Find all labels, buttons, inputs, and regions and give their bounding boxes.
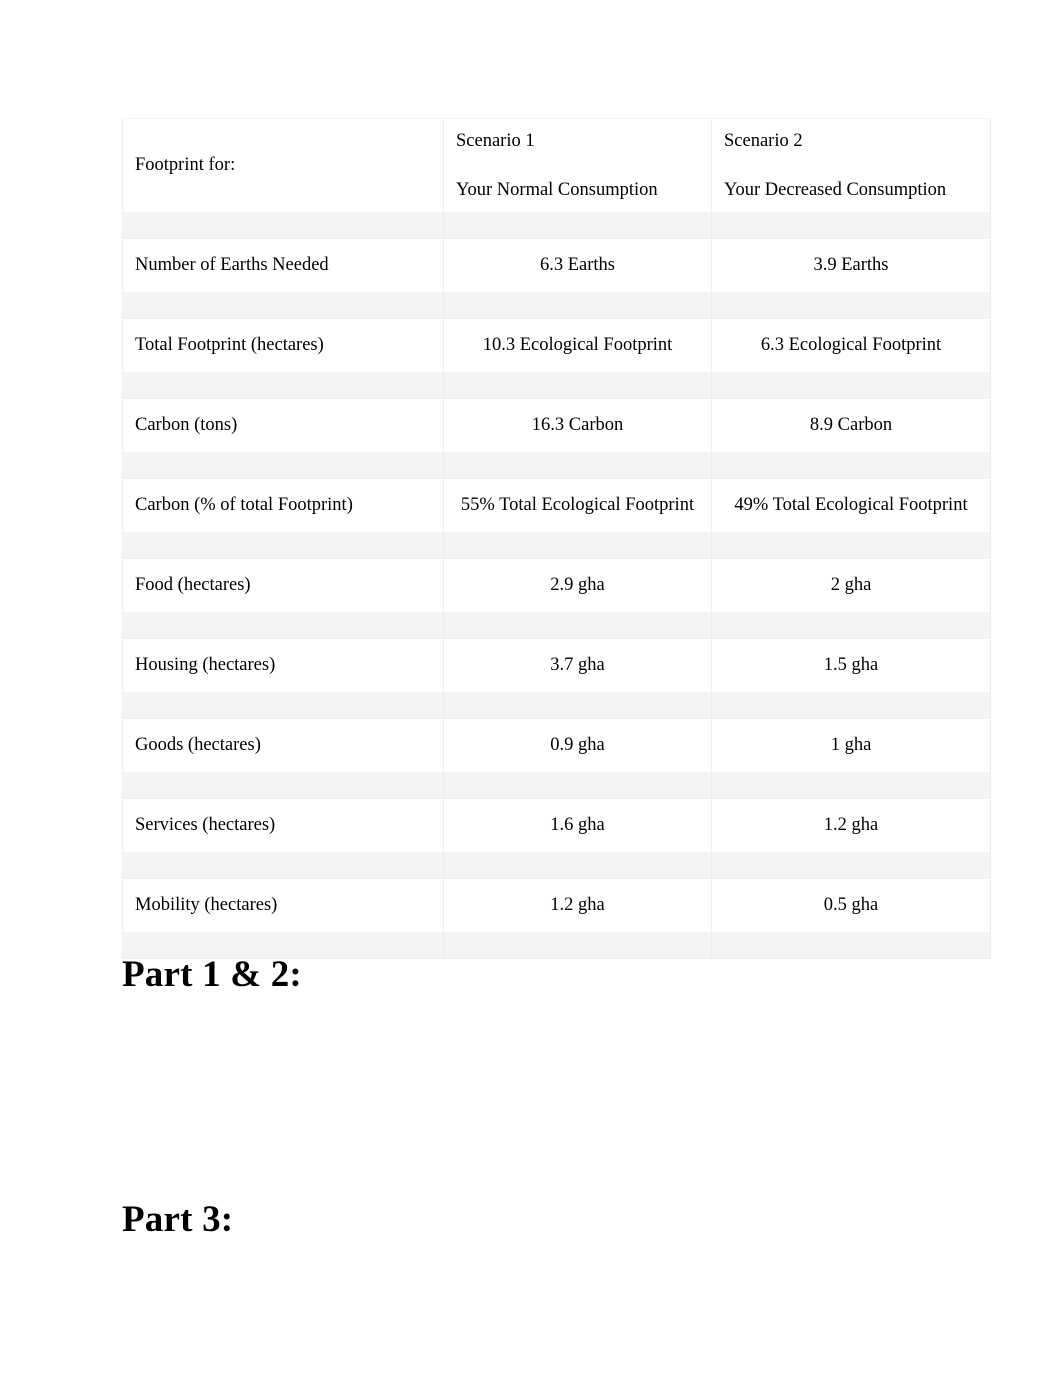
table-row-spacer [122, 452, 991, 479]
row-value-scenario-1: 55% Total Ecological Footprint [443, 478, 712, 533]
row-value-scenario-1: 6.3 Earths [443, 238, 712, 293]
table-row-spacer [122, 532, 991, 559]
scenario-1-subtitle: Your Normal Consumption [456, 179, 658, 200]
spacer-cell-scenario-1 [443, 612, 712, 639]
spacer-cell-label [122, 532, 444, 559]
spacer-cell-label [122, 452, 444, 479]
table-row: Services (hectares) 1.6 gha 1.2 gha [122, 798, 991, 853]
spacer-cell-scenario-2 [711, 772, 991, 799]
spacer-cell-scenario-1 [443, 932, 712, 959]
table-row: Total Footprint (hectares) 10.3 Ecologic… [122, 318, 991, 373]
spacer-cell-label [122, 292, 444, 319]
row-value-scenario-1: 3.7 gha [443, 638, 712, 693]
table-row: Carbon (% of total Footprint) 55% Total … [122, 478, 991, 533]
row-value-scenario-1: 1.6 gha [443, 798, 712, 853]
header-cell-scenario-1: Scenario 1 Your Normal Consumption [443, 118, 712, 213]
spacer-cell-label [122, 372, 444, 399]
row-label: Total Footprint (hectares) [122, 318, 444, 373]
table-row-spacer [122, 692, 991, 719]
row-value-scenario-2: 49% Total Ecological Footprint [711, 478, 991, 533]
spacer-cell-label [122, 852, 444, 879]
row-value-scenario-1: 10.3 Ecological Footprint [443, 318, 712, 373]
row-value-scenario-2: 0.5 gha [711, 878, 991, 933]
scenario-1-title: Scenario 1 [456, 131, 535, 152]
row-label: Food (hectares) [122, 558, 444, 613]
header-cell-footprint-for: Footprint for: [122, 118, 444, 213]
row-label: Services (hectares) [122, 798, 444, 853]
spacer-cell-scenario-1 [443, 292, 712, 319]
row-value-scenario-2: 3.9 Earths [711, 238, 991, 293]
table-row-spacer [122, 612, 991, 639]
row-label: Goods (hectares) [122, 718, 444, 773]
table-row-spacer [122, 852, 991, 879]
row-value-scenario-1: 1.2 gha [443, 878, 712, 933]
row-value-scenario-2: 1.5 gha [711, 638, 991, 693]
table-header-row: Footprint for: Scenario 1 Your Normal Co… [122, 118, 991, 213]
row-label: Number of Earths Needed [122, 238, 444, 293]
row-value-scenario-1: 2.9 gha [443, 558, 712, 613]
spacer-cell-scenario-1 [443, 372, 712, 399]
table-row-spacer [122, 372, 991, 399]
table-row: Number of Earths Needed 6.3 Earths 3.9 E… [122, 238, 991, 293]
answer-area-part-1-and-2 [122, 1012, 990, 1187]
spacer-cell-scenario-1 [443, 532, 712, 559]
table-row-spacer [122, 212, 991, 239]
row-value-scenario-2: 1 gha [711, 718, 991, 773]
document-page: Footprint for: Scenario 1 Your Normal Co… [0, 0, 1062, 1377]
spacer-cell-scenario-2 [711, 372, 991, 399]
table-row: Food (hectares) 2.9 gha 2 gha [122, 558, 991, 613]
spacer-cell-scenario-1 [443, 772, 712, 799]
spacer-cell-scenario-2 [711, 452, 991, 479]
row-value-scenario-2: 2 gha [711, 558, 991, 613]
spacer-cell-label [122, 772, 444, 799]
spacer-cell-scenario-2 [711, 852, 991, 879]
spacer-cell-scenario-2 [711, 692, 991, 719]
spacer-cell-scenario-2 [711, 932, 991, 959]
heading-part-1-and-2: Part 1 & 2: [122, 954, 302, 995]
row-label: Carbon (% of total Footprint) [122, 478, 444, 533]
table-row: Goods (hectares) 0.9 gha 1 gha [122, 718, 991, 773]
spacer-cell-scenario-1 [443, 692, 712, 719]
spacer-cell-scenario-1 [443, 852, 712, 879]
header-label-footprint-for: Footprint for: [135, 155, 236, 176]
spacer-cell-label [122, 692, 444, 719]
row-label: Mobility (hectares) [122, 878, 444, 933]
row-value-scenario-1: 0.9 gha [443, 718, 712, 773]
ecological-footprint-comparison-table: Footprint for: Scenario 1 Your Normal Co… [122, 118, 991, 959]
answer-area-part-3 [122, 1258, 990, 1368]
heading-part-3: Part 3: [122, 1199, 234, 1240]
table-row: Mobility (hectares) 1.2 gha 0.5 gha [122, 878, 991, 933]
spacer-cell-scenario-1 [443, 212, 712, 239]
spacer-cell-label [122, 212, 444, 239]
spacer-cell-label [122, 612, 444, 639]
scenario-2-subtitle: Your Decreased Consumption [724, 179, 947, 200]
scenario-2-title: Scenario 2 [724, 131, 803, 152]
table-row: Carbon (tons) 16.3 Carbon 8.9 Carbon [122, 398, 991, 453]
spacer-cell-scenario-2 [711, 212, 991, 239]
spacer-cell-scenario-2 [711, 532, 991, 559]
row-label: Housing (hectares) [122, 638, 444, 693]
spacer-cell-scenario-2 [711, 292, 991, 319]
table-row-spacer [122, 772, 991, 799]
header-cell-scenario-2: Scenario 2 Your Decreased Consumption [711, 118, 991, 213]
table-row: Housing (hectares) 3.7 gha 1.5 gha [122, 638, 991, 693]
row-value-scenario-2: 1.2 gha [711, 798, 991, 853]
row-label: Carbon (tons) [122, 398, 444, 453]
spacer-cell-scenario-2 [711, 612, 991, 639]
row-value-scenario-2: 8.9 Carbon [711, 398, 991, 453]
row-value-scenario-2: 6.3 Ecological Footprint [711, 318, 991, 373]
table-row-spacer [122, 292, 991, 319]
spacer-cell-scenario-1 [443, 452, 712, 479]
row-value-scenario-1: 16.3 Carbon [443, 398, 712, 453]
footprint-table-container: Footprint for: Scenario 1 Your Normal Co… [122, 118, 991, 959]
